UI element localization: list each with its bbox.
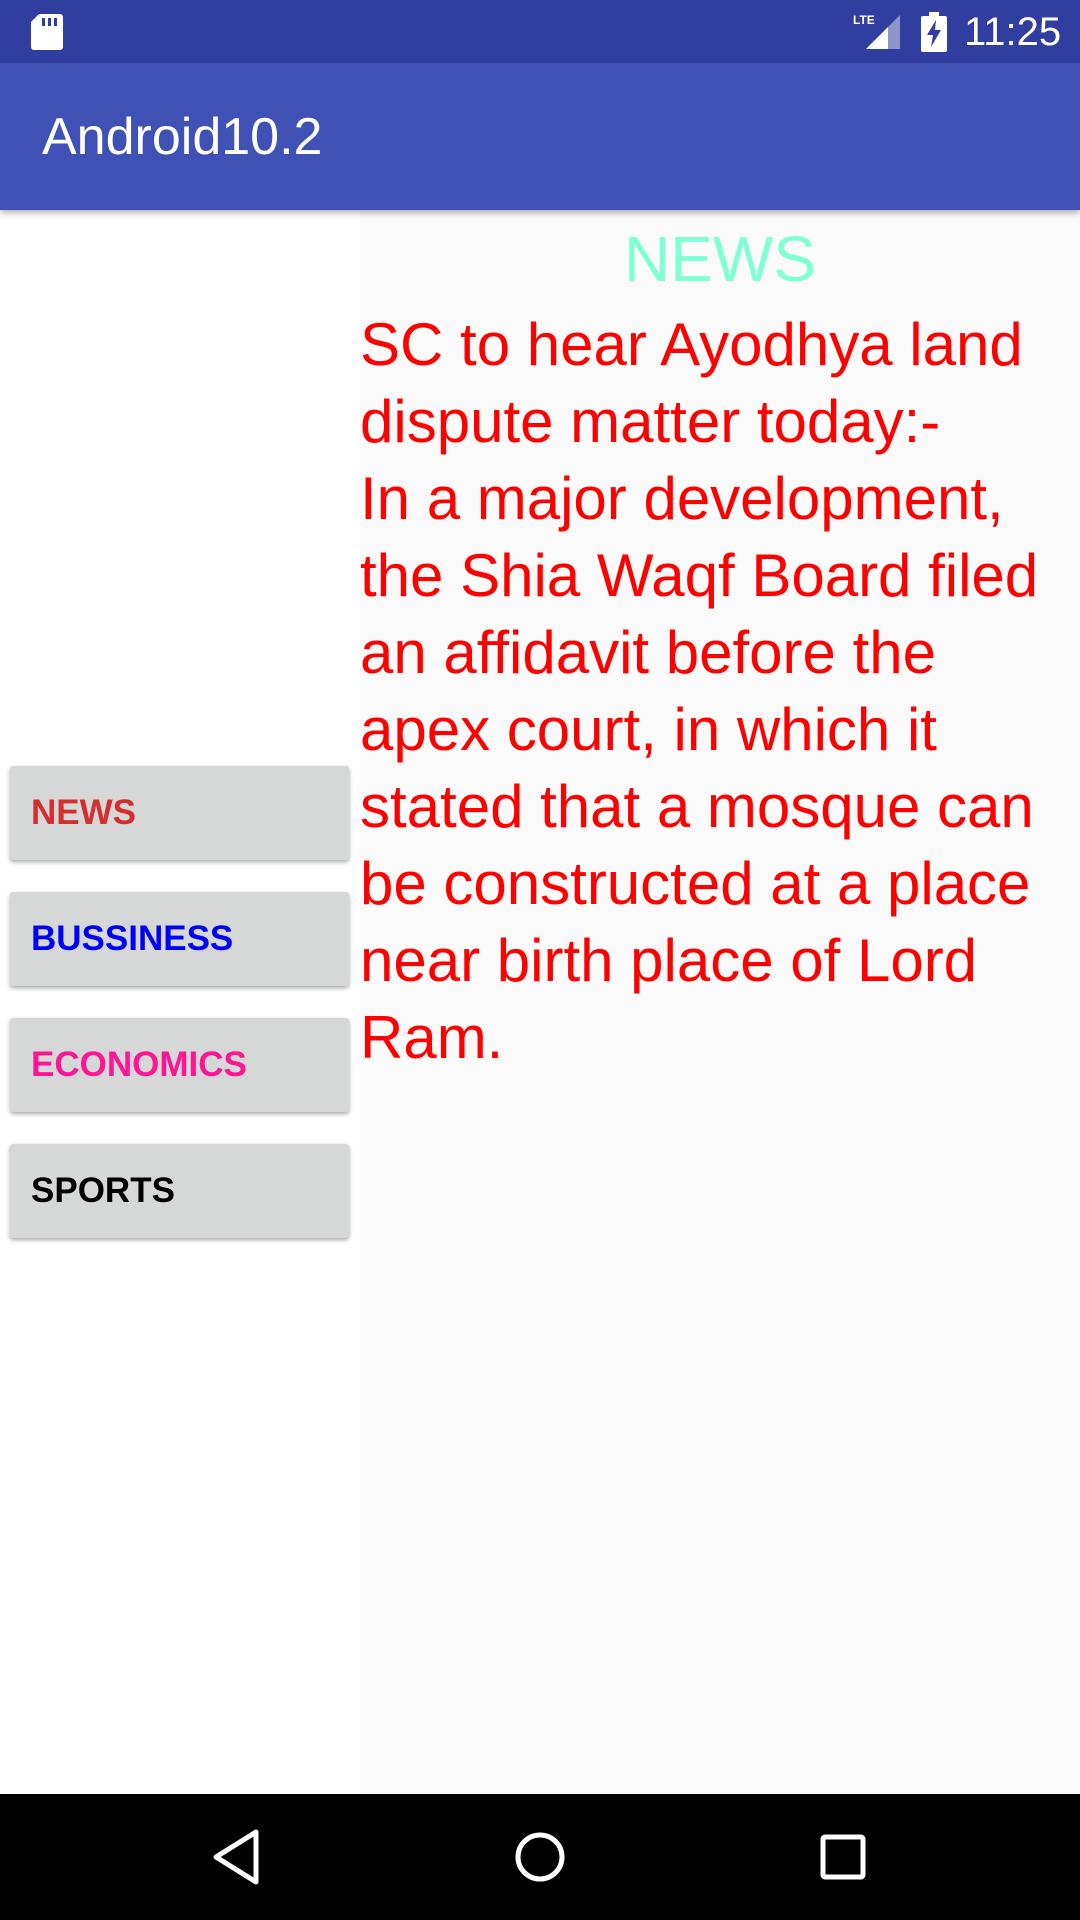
back-icon[interactable] — [204, 1824, 270, 1890]
app-title: Android10.2 — [42, 108, 323, 166]
sd-card-icon — [31, 14, 63, 50]
home-icon[interactable] — [507, 1824, 573, 1890]
status-bar: LTE 11:25 — [0, 0, 1080, 63]
lte-signal-icon: LTE — [853, 13, 900, 49]
recents-icon[interactable] — [810, 1824, 876, 1890]
economics-button[interactable]: ECONOMICS — [10, 1018, 349, 1112]
news-heading: NEWS — [624, 223, 816, 295]
menu-pane: NEWS BUSSINESS ECONOMICS SPORTS — [0, 210, 360, 1794]
news-button[interactable]: NEWS — [10, 766, 349, 860]
navigation-bar — [0, 1794, 1080, 1920]
business-button[interactable]: BUSSINESS — [10, 892, 349, 986]
news-article-text: SC to hear Ayodhya land dispute matter t… — [360, 311, 1039, 1071]
status-clock: 11:25 — [964, 10, 1062, 54]
app-bar: Android10.2 — [0, 63, 1080, 210]
content-pane: NEWS SC to hear Ayodhya land dispute mat… — [360, 210, 1080, 1794]
svg-text:LTE: LTE — [853, 13, 875, 27]
battery-charging-icon — [921, 12, 947, 52]
sports-button[interactable]: SPORTS — [10, 1144, 349, 1238]
